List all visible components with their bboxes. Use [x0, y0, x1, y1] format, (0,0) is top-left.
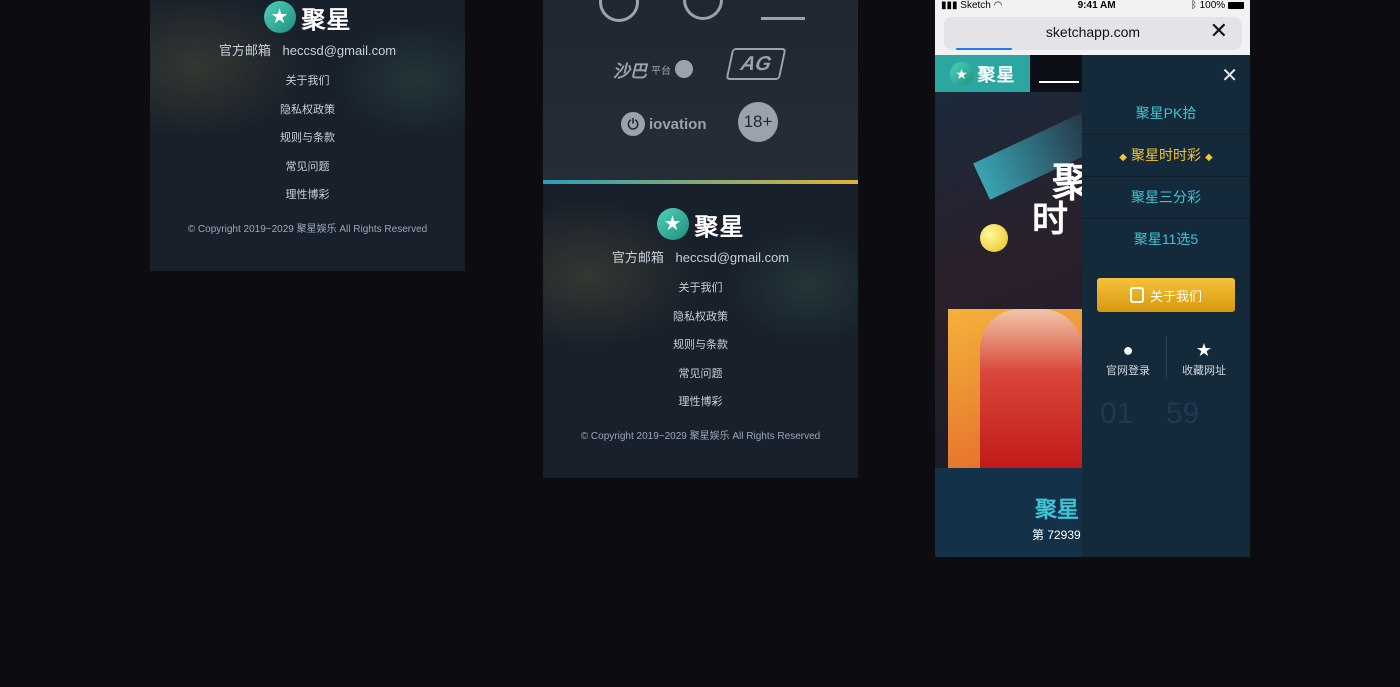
footer-link-about[interactable]: 关于我们 — [150, 67, 465, 96]
signal-icon: ▮▮▮ — [941, 0, 961, 11]
footer-panel-left: ★ 聚星 官方邮箱 heccsd@gmail.com 关于我们 隐私权政策 规则… — [150, 0, 465, 271]
email-label: 官方邮箱 — [218, 43, 271, 58]
footer-link-responsible-gaming[interactable]: 理性博彩 — [150, 181, 465, 210]
menu-item-ssc[interactable]: ◆ 聚星时时彩 ◆ — [1082, 134, 1250, 177]
badge-icon — [1129, 287, 1144, 303]
status-time: 9:41 AM — [1077, 0, 1116, 11]
loading-progress — [956, 48, 1012, 50]
side-menu: 01 59 ✕ 聚星PK拾 ◆ 聚星时时彩 ◆ 聚星三分彩 聚星11选5 关于我们 … — [1082, 55, 1250, 557]
hero-title-line2: 时 — [1032, 198, 1069, 239]
menu-item-pk10[interactable]: 聚星PK拾 — [1082, 92, 1250, 135]
menu-item-label: 聚星11选5 — [1133, 231, 1199, 247]
brand-name: 聚星 — [301, 6, 352, 34]
mobile-screen: ▮▮▮ Sketch ◠ 9:41 AM ᛒ 100% sketchapp.co… — [935, 0, 1250, 557]
footer-link-terms[interactable]: 规则与条款 — [543, 331, 858, 360]
bluetooth-icon: ᛒ — [1190, 0, 1200, 11]
footer-link-about[interactable]: 关于我们 — [543, 274, 858, 303]
menu-item-label: 聚星时时彩 — [1131, 147, 1201, 163]
ag-logo: AG — [725, 48, 787, 80]
header-banner-text — [1039, 65, 1079, 83]
status-bar: ▮▮▮ Sketch ◠ 9:41 AM ᛒ 100% — [935, 0, 1250, 11]
iovation-logo: ⏻ iovation — [621, 110, 721, 138]
star-logo-icon: ★ — [656, 208, 689, 240]
star-logo-icon: ★ — [949, 61, 974, 86]
billiard-ball-icon — [980, 224, 1008, 252]
login-label: 官网登录 — [1106, 365, 1150, 377]
url-text: sketchapp.com — [1045, 24, 1141, 40]
hero-figure — [980, 309, 1082, 468]
footer-link-privacy[interactable]: 隐私权政策 — [543, 303, 858, 332]
hero-issue: 第 72939 — [1032, 528, 1081, 542]
menu-item-11x5[interactable]: 聚星11选5 — [1082, 218, 1250, 260]
saba-sub: 平台 — [651, 65, 671, 77]
power-icon: ⏻ — [621, 112, 645, 136]
footer-link-terms[interactable]: 规则与条款 — [150, 124, 465, 153]
brand-name: 聚星 — [694, 213, 745, 241]
wifi-icon: ◠ — [993, 0, 1003, 11]
brand-name: 聚星 — [977, 64, 1016, 85]
site-header: ★ 聚星 — [935, 55, 1082, 92]
battery: ᛒ 100% — [1191, 0, 1244, 11]
accent-divider — [543, 180, 858, 184]
football-icon — [675, 60, 693, 78]
about-us-label: 关于我们 — [1149, 288, 1202, 304]
footer-panel-middle: 沙巴 平台 AG ⏻ iovation 18+ ★ 聚星 官方邮箱 heccsd… — [543, 0, 858, 478]
diamond-icon: ◆ — [1205, 152, 1213, 163]
email-link[interactable]: heccsd@gmail.com — [676, 250, 790, 265]
close-icon[interactable]: ✕ — [1221, 63, 1238, 88]
hero-photo — [948, 309, 1082, 468]
footer: ★ 聚星 官方邮箱 heccsd@gmail.com 关于我们 隐私权政策 规则… — [150, 0, 465, 235]
footer-link-faq[interactable]: 常见问题 — [150, 153, 465, 182]
hero-footer: 聚星 第 72939 — [935, 468, 1082, 557]
saba-name: 沙巴 — [613, 61, 647, 81]
email-label: 官方邮箱 — [611, 250, 664, 265]
countdown-ghost: 01 — [1100, 397, 1134, 430]
seal-icon — [599, 0, 639, 22]
menu-item-label: 聚星PK拾 — [1135, 105, 1197, 121]
footer-links: 关于我们 隐私权政策 规则与条款 常见问题 理性博彩 — [150, 67, 465, 210]
email-link[interactable]: heccsd@gmail.com — [283, 43, 397, 58]
carrier: ▮▮▮ Sketch ◠ — [941, 0, 1003, 11]
footer-link-responsible-gaming[interactable]: 理性博彩 — [543, 388, 858, 417]
browser-bar: sketchapp.com ✕ — [935, 11, 1250, 55]
copyright: © Copyright 2019~2029 聚星娱乐 All Rights Re… — [580, 430, 821, 442]
site-logo[interactable]: ★ 聚星 — [935, 55, 1030, 92]
login-link[interactable]: ● 官网登录 — [1086, 338, 1170, 378]
bookmark-label: 收藏网址 — [1182, 365, 1226, 377]
address-bar[interactable]: sketchapp.com ✕ — [944, 17, 1242, 50]
brand: ★ 聚星 — [543, 207, 858, 241]
about-us-button[interactable]: 关于我们 — [1097, 278, 1235, 312]
email-line: 官方邮箱 heccsd@gmail.com — [543, 247, 858, 266]
user-icon: ● — [1122, 340, 1134, 360]
star-icon: ★ — [1195, 340, 1213, 360]
footer-links: 关于我们 隐私权政策 规则与条款 常见问题 理性博彩 — [543, 274, 858, 417]
close-icon[interactable]: ✕ — [1210, 20, 1228, 42]
age-18-badge: 18+ — [738, 102, 778, 142]
diamond-icon: ◆ — [1119, 152, 1127, 163]
battery-icon — [1227, 1, 1244, 9]
footer-link-privacy[interactable]: 隐私权政策 — [150, 96, 465, 125]
iovation-name: iovation — [649, 115, 707, 133]
menu-item-label: 聚星三分彩 — [1131, 189, 1201, 205]
copyright: © Copyright 2019~2029 聚星娱乐 All Rights Re… — [187, 223, 428, 235]
partner-logos: 沙巴 平台 AG ⏻ iovation 18+ — [543, 0, 858, 180]
saba-logo: 沙巴 平台 — [613, 54, 693, 84]
star-logo-icon: ★ — [263, 1, 296, 33]
email-line: 官方邮箱 heccsd@gmail.com — [150, 40, 465, 59]
hero-banner: 聚 时 聚星 第 72939 — [935, 92, 1082, 557]
hero-bottom-title: 聚星 — [1035, 497, 1080, 522]
crest-icon — [683, 0, 723, 20]
brand: ★ 聚星 — [150, 0, 465, 34]
bookmark-link[interactable]: ★ 收藏网址 — [1162, 338, 1246, 378]
footer-link-faq[interactable]: 常见问题 — [543, 360, 858, 389]
footer: ★ 聚星 官方邮箱 heccsd@gmail.com 关于我们 隐私权政策 规则… — [543, 207, 858, 442]
gaming-commission-icon — [761, 0, 805, 20]
countdown-ghost: 59 — [1166, 397, 1200, 430]
menu-item-3min[interactable]: 聚星三分彩 — [1082, 176, 1250, 219]
